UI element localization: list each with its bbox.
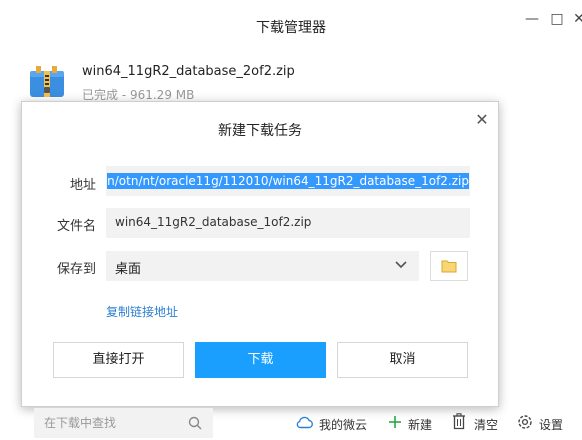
chevron-down-icon <box>395 261 407 269</box>
cancel-button[interactable]: 取消 <box>337 342 468 378</box>
clear-label: 清空 <box>474 418 499 432</box>
cloud-icon <box>296 416 313 429</box>
address-value: n/otn/nt/oracle11g/112010/win64_11gR2_da… <box>107 173 469 189</box>
direct-open-button[interactable]: 直接打开 <box>53 342 184 378</box>
title-bar: 下载管理器 — □ ✕ <box>0 0 582 52</box>
new-label: 新建 <box>408 418 433 432</box>
filename-value: win64_11gR2_database_1of2.zip <box>115 215 312 229</box>
save-location-select[interactable]: 桌面 <box>106 251 419 281</box>
address-field[interactable]: n/otn/nt/oracle11g/112010/win64_11gR2_da… <box>106 166 470 196</box>
maximize-button[interactable]: □ <box>546 10 568 28</box>
folder-icon <box>441 260 457 273</box>
gear-icon <box>518 415 532 429</box>
filename-label: 文件名 <box>56 219 96 234</box>
copy-link-address[interactable]: 复制链接地址 <box>106 303 178 320</box>
address-label: 地址 <box>69 178 96 193</box>
dialog-close-button[interactable]: ✕ <box>472 110 492 130</box>
save-location-value: 桌面 <box>115 262 142 277</box>
search-icon[interactable] <box>188 416 202 430</box>
browse-folder-button[interactable] <box>430 251 468 281</box>
download-list-item[interactable]: win64_11gR2_database_2of2.zip 已完成 - 961.… <box>0 55 582 107</box>
plus-icon <box>389 416 401 428</box>
new-download-dialog: 新建下载任务 ✕ 地址 n/otn/nt/oracle11g/112010/wi… <box>21 101 499 407</box>
zip-archive-icon <box>28 65 66 99</box>
minimize-button[interactable]: — <box>521 10 543 28</box>
download-button[interactable]: 下载 <box>195 342 326 378</box>
settings-label: 设置 <box>539 418 564 432</box>
window-close-button[interactable]: ✕ <box>568 10 582 28</box>
file-name: win64_11gR2_database_2of2.zip <box>82 64 295 79</box>
search-input[interactable] <box>34 408 184 438</box>
filename-field[interactable]: win64_11gR2_database_1of2.zip <box>106 208 470 238</box>
search-box <box>34 408 213 438</box>
bottom-toolbar: 我的微云 新建 清空 设置 <box>0 405 582 440</box>
save-to-label: 保存到 <box>56 262 96 277</box>
my-cloud-label: 我的微云 <box>319 418 368 432</box>
dialog-title: 新建下载任务 <box>218 123 302 139</box>
window-title: 下载管理器 <box>256 20 326 36</box>
trash-icon <box>453 413 465 430</box>
